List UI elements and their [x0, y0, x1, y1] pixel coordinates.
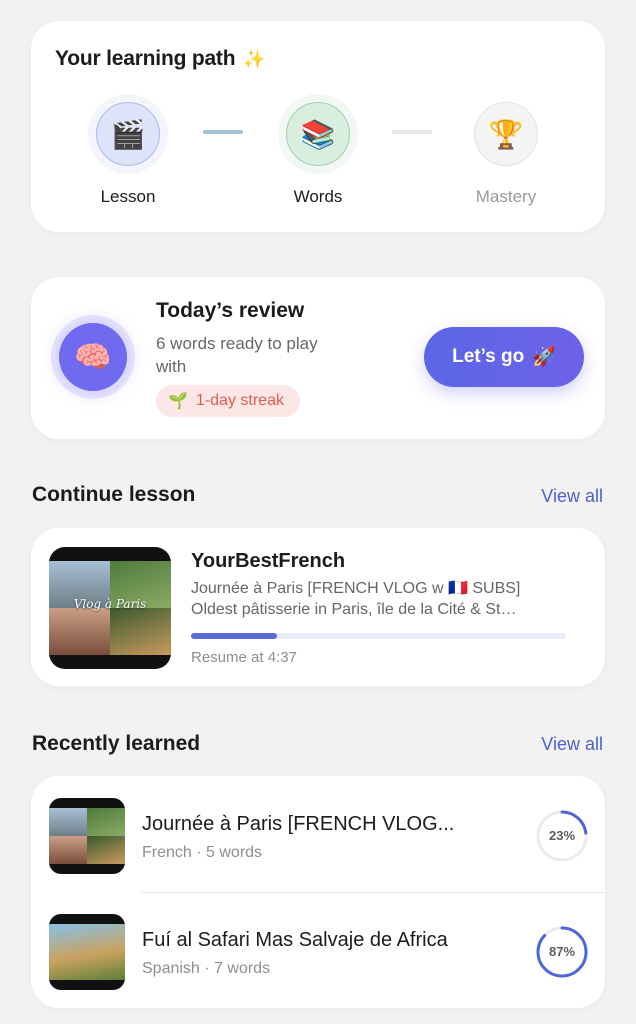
- video-title-line-2: Oldest pâtisserie in Paris, île de la Ci…: [191, 601, 517, 618]
- learning-path-card: Your learning path ✨ 🎬 Lesson 📚 Words 🏆 M…: [31, 21, 605, 232]
- path-step-mastery[interactable]: 🏆 Mastery: [446, 102, 566, 207]
- channel-name: YourBestFrench: [191, 550, 346, 572]
- lets-go-label: Let’s go: [452, 346, 525, 367]
- path-connector: [392, 130, 432, 134]
- path-step-words[interactable]: 📚 Words: [258, 102, 378, 207]
- learning-path-title: Your learning path ✨: [55, 47, 266, 70]
- review-subtitle: 6 words ready to play with: [156, 334, 318, 376]
- path-connector: [203, 130, 243, 134]
- item-meta: Spanish · 7 words: [142, 960, 271, 977]
- list-item[interactable]: Journée à Paris [FRENCH VLOG... French ·…: [31, 776, 605, 890]
- continue-lesson-card[interactable]: Vlog à Paris YourBestFrench Journée à Pa…: [31, 528, 605, 686]
- review-title: Today’s review: [156, 299, 305, 322]
- rocket-icon: 🚀: [532, 347, 556, 368]
- progress-percent: 23%: [548, 828, 576, 843]
- item-title: Journée à Paris [FRENCH VLOG...: [142, 813, 455, 835]
- recently-learned-heading: Recently learned: [32, 732, 201, 755]
- video-title-line-1: Journée à Paris [FRENCH VLOG w 🇫🇷 SUBS]: [191, 580, 521, 597]
- trophy-icon: 🏆: [474, 102, 538, 166]
- streak-badge: 🌱 1-day streak: [156, 385, 300, 417]
- brain-icon: 🧠: [59, 323, 127, 391]
- video-thumbnail: Vlog à Paris: [49, 547, 171, 669]
- item-meta: French · 5 words: [142, 844, 263, 861]
- recently-learned-view-all-link[interactable]: View all: [541, 734, 603, 755]
- recently-learned-card: Journée à Paris [FRENCH VLOG... French ·…: [31, 776, 605, 1008]
- path-step-lesson[interactable]: 🎬 Lesson: [68, 102, 188, 207]
- resume-time: Resume at 4:37: [191, 649, 297, 666]
- lesson-progress-bar: [191, 633, 566, 639]
- sparkles-icon: ✨: [243, 49, 266, 69]
- path-step-label: Mastery: [475, 187, 537, 206]
- path-step-label: Lesson: [100, 187, 156, 206]
- seedling-icon: 🌱: [168, 393, 188, 410]
- thumbnail-caption: Vlog à Paris: [73, 597, 147, 611]
- continue-lesson-view-all-link[interactable]: View all: [541, 486, 603, 507]
- streak-label: 1-day streak: [195, 392, 284, 409]
- path-step-label: Words: [293, 187, 343, 206]
- item-title: Fuí al Safari Mas Salvaje de Africa: [142, 929, 448, 951]
- lets-go-button[interactable]: Let’s go 🚀: [424, 327, 584, 387]
- list-item[interactable]: Fuí al Safari Mas Salvaje de Africa Span…: [31, 892, 605, 1006]
- video-thumbnail: [49, 798, 125, 874]
- books-icon: 📚: [286, 102, 350, 166]
- video-thumbnail: [49, 914, 125, 990]
- clapperboard-icon: 🎬: [96, 102, 160, 166]
- progress-percent: 87%: [548, 944, 576, 959]
- lesson-progress-fill: [191, 633, 278, 639]
- todays-review-card: 🧠 Today’s review 6 words ready to play w…: [31, 277, 605, 439]
- continue-lesson-heading: Continue lesson: [32, 483, 196, 506]
